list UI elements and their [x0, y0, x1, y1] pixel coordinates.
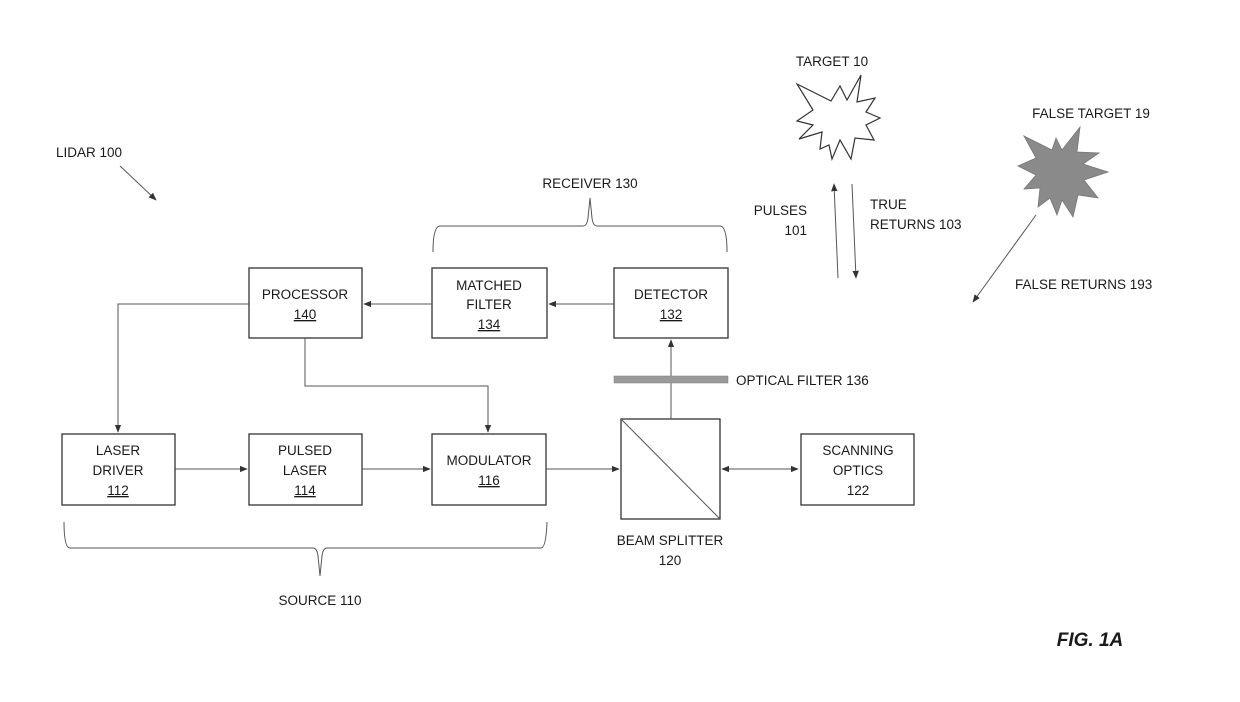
source-group-label: SOURCE 110 [278, 593, 361, 608]
beam-splitter-ref: 120 [659, 553, 682, 568]
false-returns-label: FALSE RETURNS 193 [1015, 277, 1152, 292]
modulator-ref: 116 [478, 473, 500, 488]
processor-to-modulator-arrow [304, 338, 492, 433]
matched-filter-label-2: FILTER [466, 297, 512, 312]
matched-filter-ref: 134 [478, 317, 501, 332]
target-label: TARGET 10 [796, 54, 868, 69]
source-brace [63, 521, 548, 577]
figure-label: FIG. 1A [1057, 630, 1124, 651]
pulses-label-1: PULSES [754, 203, 807, 218]
optical-filter-label: OPTICAL FILTER 136 [736, 373, 869, 388]
processor-to-laser-driver-arrow [114, 303, 249, 433]
beam-splitter-label: BEAM SPLITTER [617, 533, 724, 548]
scanning-optics-label-1: SCANNING [822, 443, 893, 458]
lidar-diagram: LIDAR 100 RECEIVER 130 PROCESSOR 140 MAT… [56, 54, 1152, 651]
modulator-label: MODULATOR [446, 453, 531, 468]
laser-driver-label-1: LASER [96, 443, 141, 458]
processor-block[interactable]: PROCESSOR 140 [248, 267, 363, 339]
pulsed-laser-block[interactable]: PULSED LASER 114 [248, 433, 363, 506]
laser-driver-block[interactable]: LASER DRIVER 112 [61, 433, 176, 506]
true-returns-arrow [851, 183, 859, 279]
receiver-group-label: RECEIVER 130 [542, 176, 637, 191]
scanning-optics-block[interactable]: SCANNING OPTICS 122 [800, 433, 915, 506]
pulsed-laser-label-2: LASER [283, 463, 328, 478]
processor-label: PROCESSOR [262, 287, 349, 302]
matched-filter-label-1: MATCHED [456, 278, 522, 293]
receiver-brace [432, 197, 728, 253]
false-target-starburst-icon [1017, 125, 1110, 219]
lidar-label: LIDAR 100 [56, 145, 122, 160]
laser-driver-label-2: DRIVER [92, 463, 143, 478]
true-returns-label-1: TRUE [870, 197, 907, 212]
detector-ref: 132 [660, 307, 683, 322]
pulses-arrow [831, 183, 839, 279]
beam-splitter[interactable] [620, 418, 721, 520]
lidar-pointer-arrow [119, 165, 157, 201]
detector-label: DETECTOR [634, 287, 708, 302]
detector-block[interactable]: DETECTOR 132 [613, 267, 729, 339]
true-returns-label-2: RETURNS 103 [870, 217, 962, 232]
scanning-optics-label-2: OPTICS [833, 463, 883, 478]
scanning-optics-ref: 122 [847, 483, 870, 498]
laser-driver-ref: 112 [107, 483, 129, 498]
target-starburst-icon [795, 74, 882, 161]
processor-ref: 140 [294, 307, 317, 322]
false-target-label: FALSE TARGET 19 [1032, 106, 1150, 121]
optical-filter [613, 375, 729, 384]
modulator-block[interactable]: MODULATOR 116 [431, 433, 547, 506]
pulsed-laser-ref: 114 [294, 483, 316, 498]
pulses-label-2: 101 [784, 223, 807, 238]
pulsed-laser-label-1: PULSED [278, 443, 332, 458]
matched-filter-block[interactable]: MATCHED FILTER 134 [431, 267, 548, 339]
